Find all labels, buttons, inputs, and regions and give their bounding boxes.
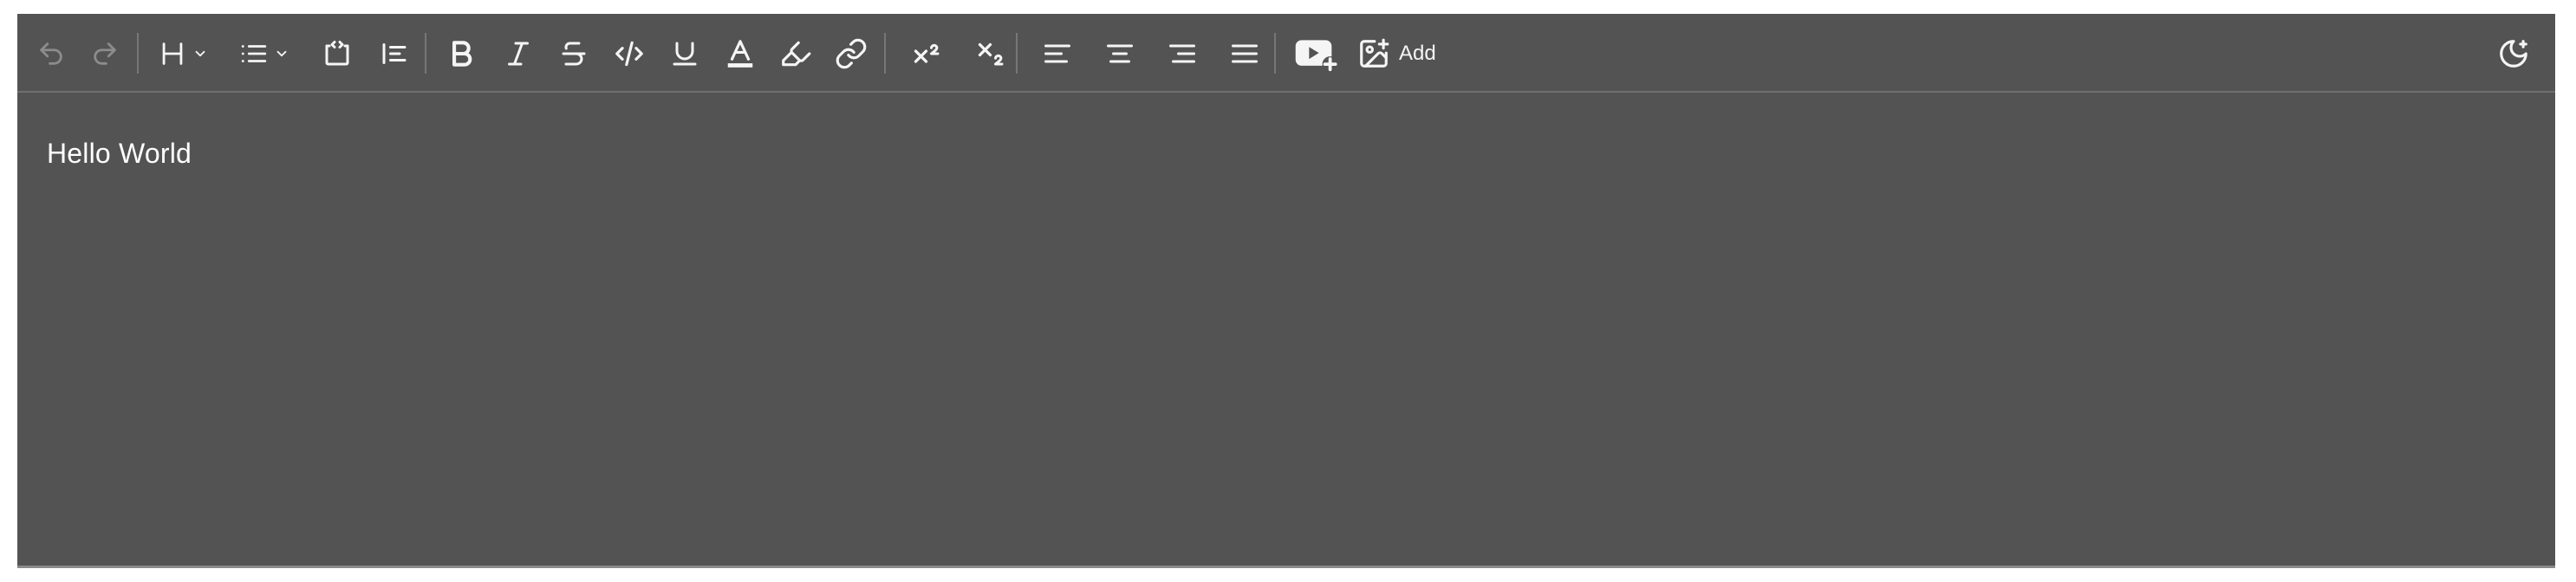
align-right-icon	[1167, 38, 1198, 69]
blockquote-button[interactable]	[371, 14, 418, 93]
code-button[interactable]	[605, 14, 654, 93]
undo-icon	[36, 39, 66, 68]
bold-icon	[445, 37, 478, 70]
strikethrough-icon	[558, 38, 589, 69]
align-right-button[interactable]	[1155, 14, 1210, 93]
add-image-label: Add	[1399, 41, 1436, 65]
list-dropdown[interactable]	[231, 14, 298, 93]
blockquote-icon	[379, 38, 410, 69]
toolbar-separator	[137, 33, 139, 74]
text-color-button[interactable]	[716, 14, 764, 93]
rich-text-editor: Add Hello World	[17, 14, 2555, 568]
heading-icon	[158, 39, 187, 68]
highlighter-icon	[779, 37, 812, 70]
editor-toolbar: Add	[17, 14, 2555, 93]
text-color-icon	[724, 37, 757, 70]
align-center-button[interactable]	[1092, 14, 1148, 93]
editor-content[interactable]: Hello World	[17, 93, 2555, 566]
code-icon	[613, 37, 646, 70]
undo-button[interactable]	[31, 14, 71, 93]
link-button[interactable]	[827, 14, 875, 93]
italic-icon	[503, 38, 534, 69]
toolbar-separator	[425, 33, 426, 74]
underline-button[interactable]	[660, 14, 709, 93]
add-image-button[interactable]: Add	[1357, 14, 1449, 93]
chevron-down-icon	[192, 46, 208, 61]
theme-toggle-button[interactable]	[2489, 14, 2538, 93]
italic-button[interactable]	[494, 14, 543, 93]
editor-paragraph[interactable]: Hello World	[47, 138, 192, 170]
code-block-button[interactable]	[314, 14, 361, 93]
subscript-icon	[976, 38, 1007, 69]
align-justify-icon	[1229, 38, 1260, 69]
add-video-button[interactable]	[1288, 14, 1345, 93]
video-plus-icon	[1294, 35, 1339, 73]
link-icon	[835, 37, 868, 70]
chevron-down-icon	[274, 46, 289, 61]
bold-button[interactable]	[437, 14, 485, 93]
align-center-icon	[1104, 38, 1135, 69]
redo-button[interactable]	[85, 14, 125, 93]
underline-icon	[669, 38, 700, 69]
image-plus-icon	[1357, 37, 1390, 70]
align-left-button[interactable]	[1030, 14, 1085, 93]
align-left-icon	[1042, 38, 1073, 69]
toolbar-separator	[884, 33, 886, 74]
toolbar-separator	[1274, 33, 1276, 74]
subscript-button[interactable]	[962, 14, 1021, 93]
redo-icon	[90, 39, 120, 68]
code-block-icon	[322, 38, 353, 69]
superscript-button[interactable]	[898, 14, 957, 93]
heading-dropdown[interactable]	[149, 14, 217, 93]
list-icon	[239, 39, 269, 68]
align-justify-button[interactable]	[1217, 14, 1272, 93]
toolbar-separator	[1016, 33, 1018, 74]
superscript-icon	[912, 38, 943, 69]
moon-icon	[2497, 37, 2530, 70]
highlight-button[interactable]	[771, 14, 820, 93]
strike-button[interactable]	[550, 14, 598, 93]
